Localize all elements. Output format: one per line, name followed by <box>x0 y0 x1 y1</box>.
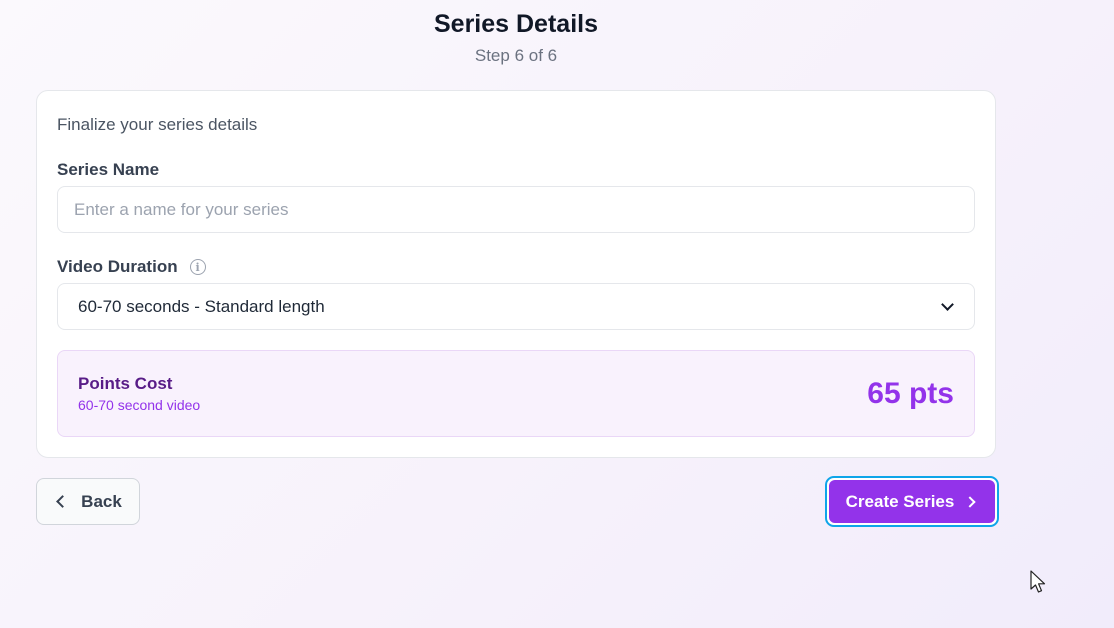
back-button[interactable]: Back <box>36 478 140 525</box>
chevron-left-icon <box>56 495 70 508</box>
series-name-label: Series Name <box>57 160 159 180</box>
info-icon[interactable]: i <box>189 259 206 275</box>
series-name-label-text: Series Name <box>57 160 160 179</box>
page-header: Series Details Step 6 of 6 <box>36 8 996 68</box>
page-title: Series Details <box>434 10 598 38</box>
points-cost-value: 65 pts <box>867 376 954 410</box>
points-cost-subtitle: 60-70 second video <box>78 396 201 413</box>
create-series-button-body[interactable]: Create Series <box>829 480 995 523</box>
video-duration-select[interactable]: 60-70 seconds - Standard length <box>57 283 975 330</box>
chevron-right-icon <box>964 495 977 508</box>
points-cost-info: Points Cost 60-70 second video <box>78 373 200 415</box>
back-button-label: Back <box>81 491 122 511</box>
create-series-button-label: Create Series <box>845 491 955 511</box>
video-duration-selected: 60-70 seconds - Standard length <box>78 296 325 316</box>
video-duration-label: Video Duration i <box>57 257 206 277</box>
step-indicator: Step 6 of 6 <box>474 46 558 65</box>
create-series-button[interactable]: Create Series <box>825 476 999 527</box>
points-cost-panel: Points Cost 60-70 second video 65 pts <box>57 350 975 437</box>
series-name-input[interactable] <box>57 186 975 233</box>
points-cost-title: Points Cost <box>78 373 173 393</box>
video-duration-label-text: Video Duration <box>57 257 178 276</box>
card-description: Finalize your series details <box>57 115 258 134</box>
mouse-cursor-icon <box>1030 570 1046 593</box>
series-details-card: Finalize your series details Series Name… <box>36 90 996 458</box>
chevron-down-icon <box>941 297 954 311</box>
